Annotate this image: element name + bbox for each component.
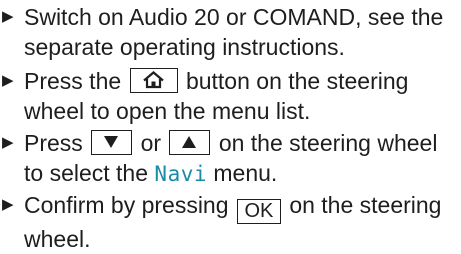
- ok-button: OK: [236, 199, 281, 224]
- step-text: Press or on the steering wheel to select…: [0, 128, 456, 189]
- bullet-arrow-icon: ▶: [2, 134, 14, 151]
- down-arrow-icon: [104, 136, 119, 148]
- bullet-arrow-icon: ▶: [2, 196, 14, 213]
- instruction-step: ▶ Switch on Audio 20 or COMAND, see the …: [0, 2, 456, 62]
- step-text-1: Switch on Audio 20 or COMAND, see the se…: [24, 4, 444, 60]
- instruction-step: ▶ Confirm by pressing OK on the steering…: [0, 190, 456, 254]
- home-icon: [142, 71, 164, 89]
- instruction-step: ▶ Press the button on the steering wheel…: [0, 66, 456, 126]
- up-button: [169, 130, 211, 155]
- step-text-end: menu.: [213, 160, 278, 186]
- step-text-before: Press the: [24, 68, 122, 94]
- home-button: [129, 68, 178, 93]
- step-text: Confirm by pressing OK on the steering w…: [0, 190, 456, 254]
- step-text: Press the button on the steering wheel t…: [0, 66, 456, 126]
- bullet-arrow-icon: ▶: [2, 72, 14, 89]
- down-button: [91, 130, 133, 155]
- instruction-step: ▶ Press or on the steering wheel to sele…: [0, 128, 456, 189]
- instruction-steps: ▶ Switch on Audio 20 or COMAND, see the …: [0, 0, 461, 254]
- navi-menu-name: Navi: [154, 162, 207, 186]
- step-text: Switch on Audio 20 or COMAND, see the se…: [0, 2, 456, 62]
- step-text-middle: or: [140, 130, 162, 156]
- up-arrow-icon: [182, 136, 197, 148]
- bullet-arrow-icon: ▶: [2, 8, 14, 25]
- step-text-before: Press: [24, 130, 83, 156]
- step-text-before: Confirm by pressing: [24, 192, 229, 218]
